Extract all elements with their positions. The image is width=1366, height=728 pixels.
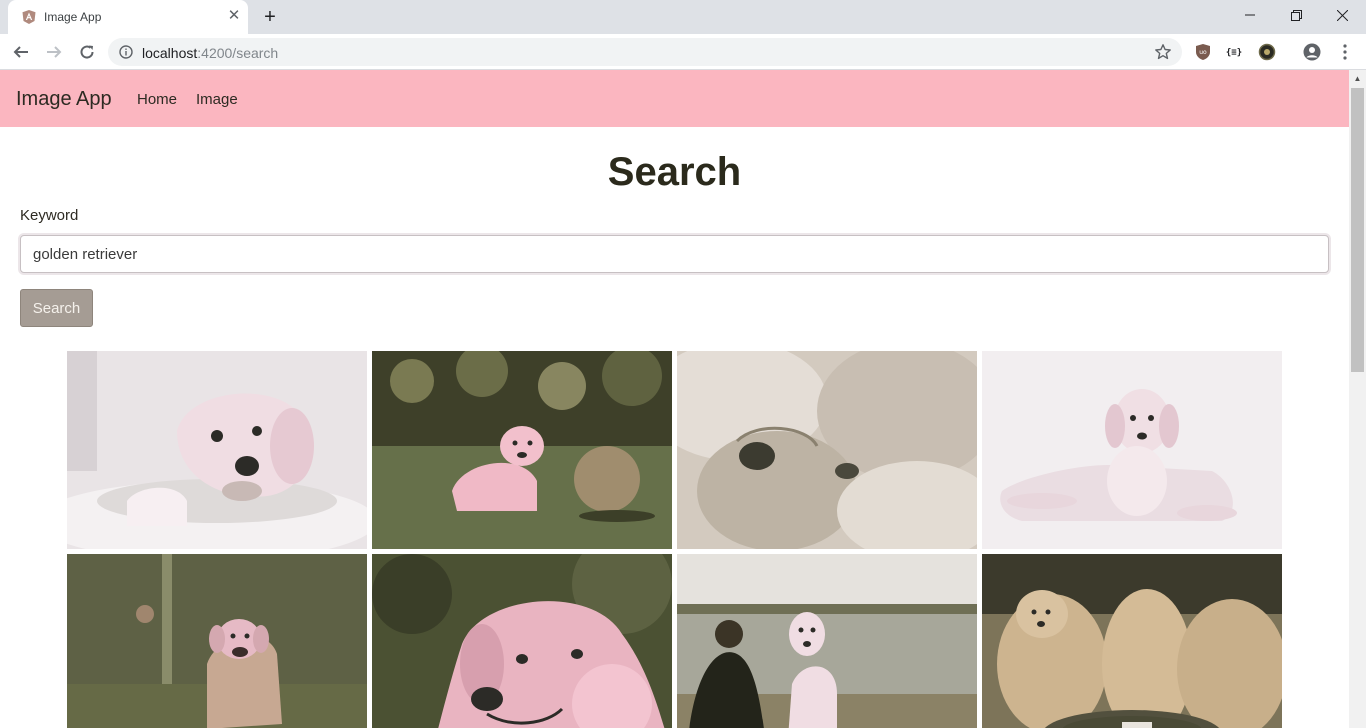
navbar-brand[interactable]: Image App	[16, 88, 112, 111]
browser-menu-icon[interactable]	[1335, 42, 1355, 62]
browser-tab[interactable]: Image App ✕	[8, 0, 248, 34]
puppy-with-ball-on-grass-image[interactable]	[372, 351, 672, 549]
ublock-extension-icon[interactable]: uo	[1193, 42, 1213, 62]
svg-text:{≡}: {≡}	[1226, 48, 1242, 58]
restore-icon[interactable]	[1273, 0, 1319, 30]
puppy-lying-white-background-image[interactable]	[982, 351, 1282, 549]
url-host: localhost	[142, 45, 198, 61]
tab-title: Image App	[44, 10, 102, 24]
bookmark-star-icon[interactable]	[1154, 43, 1172, 61]
url-path: :4200/search	[197, 45, 279, 61]
sleeping-puppies-closeup-image[interactable]	[677, 351, 977, 549]
angular-favicon-icon	[22, 10, 36, 24]
json-viewer-extension-icon[interactable]: {≡}	[1224, 42, 1244, 62]
new-tab-icon[interactable]: +	[259, 6, 281, 28]
svg-text:uo: uo	[1199, 49, 1207, 56]
dark-extension-icon[interactable]	[1257, 42, 1277, 62]
close-tab-icon[interactable]: ✕	[226, 8, 242, 24]
site-info-icon[interactable]	[119, 45, 133, 59]
page-title: Search	[607, 150, 742, 194]
browser-titlebar: Image App ✕ +	[0, 0, 1366, 34]
dog-on-lawn-with-ball-image[interactable]	[67, 554, 367, 728]
browser-toolbar: localhost:4200/search uo {≡}	[0, 34, 1366, 70]
profile-avatar-icon[interactable]	[1302, 42, 1322, 62]
url-text: localhost:4200/search	[142, 45, 278, 61]
app-navbar: Image App Home Image	[0, 70, 1349, 127]
page-viewport: Image App Home Image Search Keyword Sear…	[0, 70, 1349, 728]
back-arrow-icon[interactable]	[9, 40, 33, 64]
search-button[interactable]: Search	[20, 289, 93, 327]
nav-link-image[interactable]: Image	[196, 91, 238, 108]
keyword-input[interactable]	[20, 235, 1329, 273]
golden-retriever-on-pillow-image[interactable]	[67, 351, 367, 549]
scrollbar-thumb[interactable]	[1351, 88, 1364, 372]
nav-link-home[interactable]: Home	[137, 91, 177, 108]
keyword-label: Keyword	[20, 207, 79, 224]
puppy-with-person-at-beach-image[interactable]	[677, 554, 977, 728]
forward-arrow-icon[interactable]	[42, 40, 66, 64]
golden-retriever-portrait-image[interactable]	[372, 554, 672, 728]
close-window-icon[interactable]	[1319, 0, 1365, 30]
reload-icon[interactable]	[75, 40, 99, 64]
page-scrollbar[interactable]: ▲	[1349, 70, 1366, 728]
scroll-up-arrow-icon[interactable]: ▲	[1349, 70, 1366, 87]
puppies-eating-from-bowl-image[interactable]	[982, 554, 1282, 728]
address-bar[interactable]: localhost:4200/search	[108, 38, 1182, 66]
minimize-icon[interactable]	[1227, 0, 1273, 30]
